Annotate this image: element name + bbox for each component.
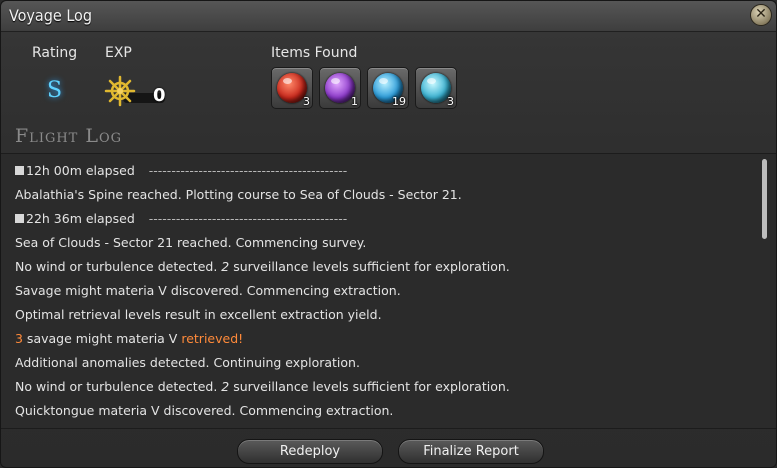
item-count: 1	[351, 95, 358, 108]
ship-wheel-icon	[104, 75, 136, 107]
log-line-elapsed: 12h 00m elapsed -------------------------…	[15, 163, 347, 178]
items-found-label: Items Found	[271, 45, 358, 61]
log-line: Abalathia's Spine reached. Plotting cour…	[15, 187, 462, 202]
flight-log-title: Flight Log	[15, 125, 123, 147]
log-line-retrieved: 3 savage might materia V retrieved!	[15, 331, 244, 346]
window-title: Voyage Log	[9, 6, 92, 25]
flight-log-panel[interactable]: 12h 00m elapsed -------------------------…	[1, 153, 776, 429]
item-count: 19	[392, 95, 406, 108]
title-bar[interactable]: Voyage Log ✕	[1, 1, 776, 32]
bullet-square-icon	[15, 214, 24, 223]
close-icon: ✕	[755, 6, 767, 22]
log-line: Savage might materia V discovered. Comme…	[15, 283, 401, 298]
exp-label: EXP	[105, 45, 132, 61]
exp-value: 0	[153, 85, 166, 106]
rating-label: Rating	[32, 45, 78, 61]
log-line: Sea of Clouds - Sector 21 reached. Comme…	[15, 235, 367, 250]
rating-value: S	[47, 78, 63, 103]
item-slot[interactable]: 3	[271, 67, 313, 109]
log-line: No wind or turbulence detected. 2 survei…	[15, 259, 510, 274]
item-count: 3	[447, 95, 454, 108]
item-slot[interactable]: 1	[319, 67, 361, 109]
bullet-square-icon	[15, 166, 24, 175]
finalize-report-button[interactable]: Finalize Report	[398, 439, 544, 464]
close-button[interactable]: ✕	[750, 4, 772, 26]
log-scrollbar[interactable]	[762, 159, 767, 239]
log-line: Additional anomalies detected. Continuin…	[15, 355, 360, 370]
voyage-log-window: Voyage Log ✕ Rating S EXP 0 Items Found …	[0, 0, 777, 468]
item-slot[interactable]: 19	[367, 67, 409, 109]
item-count: 3	[303, 95, 310, 108]
log-line: Quicktongue materia V discovered. Commen…	[15, 403, 394, 418]
redeploy-button[interactable]: Redeploy	[237, 439, 383, 464]
log-line: Optimal retrieval levels result in excel…	[15, 307, 382, 322]
item-slot[interactable]: 3	[415, 67, 457, 109]
log-line-elapsed: 22h 36m elapsed -------------------------…	[15, 211, 347, 226]
log-line: No wind or turbulence detected. 2 survei…	[15, 379, 510, 394]
